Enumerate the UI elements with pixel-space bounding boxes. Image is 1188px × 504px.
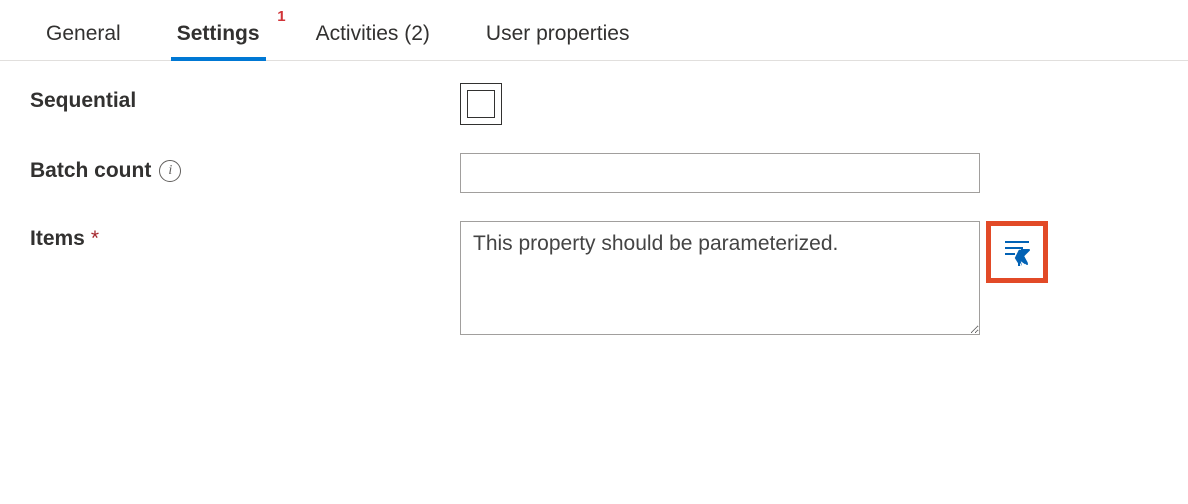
batch-count-input[interactable] [460,153,980,193]
tab-settings-badge: 1 [277,8,285,25]
row-batch-count: Batch count i [30,153,1158,193]
row-sequential: Sequential [30,83,1158,125]
tab-settings-label: Settings [177,22,260,45]
items-textarea[interactable] [460,221,980,335]
items-label: Items [30,227,85,251]
tab-settings[interactable]: Settings 1 [161,12,276,60]
dynamic-content-icon [1001,236,1033,268]
required-star-icon: * [91,227,99,251]
checkbox-box-icon [467,90,495,118]
tab-bar: General Settings 1 Activities (2) User p… [0,0,1188,61]
tab-user-properties[interactable]: User properties [470,12,646,60]
settings-form: Sequential Batch count i Items * [0,61,1188,385]
batch-count-label: Batch count [30,159,151,183]
add-dynamic-content-button[interactable] [986,221,1048,283]
sequential-checkbox[interactable] [460,83,502,125]
row-items: Items * [30,221,1158,335]
tab-activities[interactable]: Activities (2) [300,12,446,60]
sequential-label: Sequential [30,89,136,113]
tab-general[interactable]: General [30,12,137,60]
info-icon[interactable]: i [159,160,181,182]
